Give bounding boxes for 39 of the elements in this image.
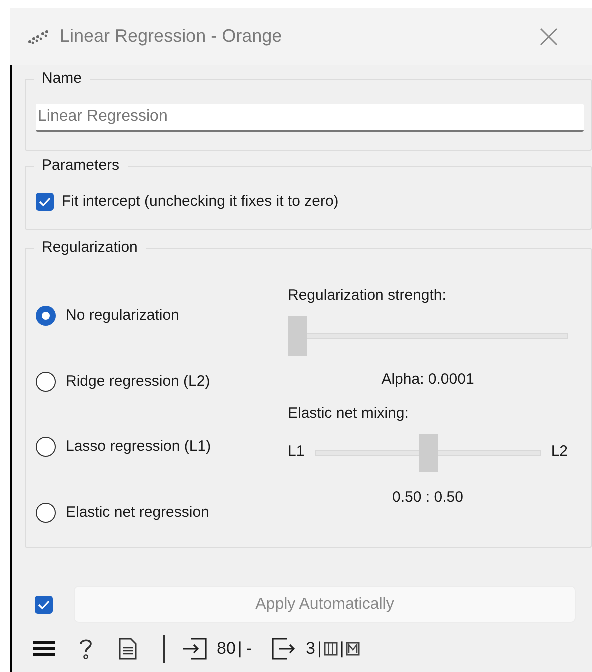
radio-label: Elastic net regression	[66, 502, 210, 522]
input-count: 80	[217, 638, 236, 660]
name-field[interactable]: Linear Regression	[36, 104, 584, 132]
apply-button[interactable]: Apply Automatically	[74, 586, 576, 623]
slider-thumb[interactable]	[288, 316, 307, 356]
output-icon	[272, 638, 296, 660]
checkbox[interactable]	[36, 193, 54, 212]
radio-label: Ridge regression (L2)	[66, 372, 210, 392]
table-icon[interactable]	[324, 642, 338, 656]
slider-min-label: L1	[288, 442, 305, 462]
radio-button[interactable]	[36, 502, 56, 523]
slider-label: Regularization strength:	[288, 286, 448, 306]
scatter-icon	[28, 30, 50, 44]
close-icon[interactable]	[539, 26, 559, 46]
radio-button[interactable]	[36, 437, 56, 458]
mixing-value: 0.50 : 0.50	[392, 488, 464, 508]
document-icon[interactable]	[119, 638, 137, 660]
separator-text: |	[340, 638, 344, 660]
separator-text: |	[238, 638, 242, 660]
help-icon[interactable]	[79, 638, 93, 660]
check-icon	[39, 197, 51, 208]
checkbox[interactable]	[35, 596, 53, 614]
menu-icon[interactable]	[33, 641, 55, 657]
checkbox-label: Fit intercept (unchecking it fixes it to zero)	[62, 192, 339, 212]
output-count: 3	[306, 638, 316, 660]
radio-button[interactable]	[36, 372, 56, 392]
radio-label: No regularization	[66, 306, 180, 326]
slider-thumb[interactable]	[418, 434, 438, 472]
slider-max-label: L2	[551, 442, 568, 462]
input-icon	[183, 638, 207, 660]
separator-text: |	[317, 638, 322, 660]
radio-label: Lasso regression (L1)	[66, 437, 212, 457]
alpha-value: Alpha: 0.0001	[382, 370, 474, 390]
slider-label: Elastic net mixing:	[288, 404, 410, 424]
input-extra: -	[246, 638, 252, 660]
radio-button[interactable]	[36, 306, 56, 326]
model-icon[interactable]	[346, 642, 360, 656]
check-icon	[38, 600, 50, 610]
window-title: Linear Regression - Orange	[60, 25, 282, 48]
